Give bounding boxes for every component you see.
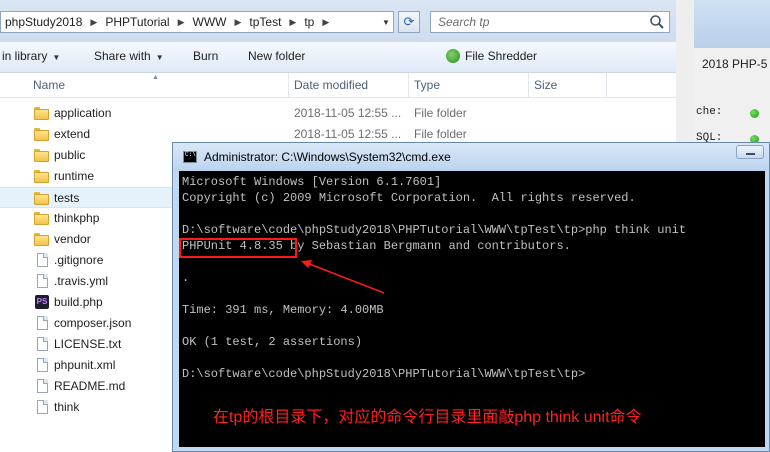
file-name: .travis.yml bbox=[54, 274, 108, 288]
file-type: File folder bbox=[414, 127, 467, 141]
folder-icon bbox=[34, 127, 49, 142]
list-item[interactable]: application 2018-11-05 12:55 ... File fo… bbox=[0, 103, 676, 124]
chevron-right-icon[interactable]: ▶ bbox=[178, 17, 185, 28]
status-label: che: bbox=[696, 106, 723, 118]
chevron-down-icon: ▼ bbox=[52, 53, 61, 62]
burn-button[interactable]: Burn bbox=[193, 49, 218, 63]
breadcrumb-label: tp bbox=[304, 15, 315, 29]
file-icon bbox=[37, 274, 48, 288]
file-icon bbox=[37, 358, 48, 372]
breadcrumb-phptutorial[interactable]: PHPTutorial ▶ bbox=[105, 15, 192, 29]
file-name: vendor bbox=[54, 232, 91, 246]
file-type: File folder bbox=[414, 106, 467, 120]
chevron-down-icon: ▼ bbox=[155, 53, 164, 62]
column-divider[interactable] bbox=[408, 73, 409, 97]
file-date: 2018-11-05 12:55 ... bbox=[294, 127, 402, 141]
folder-icon bbox=[34, 106, 49, 121]
cmd-window: Administrator: C:\Windows\System32\cmd.e… bbox=[172, 142, 770, 452]
column-headers: Name ▲ Date modified Type Size bbox=[0, 73, 676, 98]
file-icon bbox=[37, 400, 48, 414]
file-name: thinkphp bbox=[54, 211, 100, 225]
folder-icon bbox=[34, 191, 49, 206]
status-ok-icon bbox=[750, 109, 759, 118]
background-window-header bbox=[694, 0, 770, 48]
chevron-right-icon[interactable]: ▶ bbox=[289, 17, 296, 28]
search-placeholder: Search tp bbox=[438, 15, 490, 29]
minimize-button[interactable] bbox=[736, 145, 764, 159]
file-name: extend bbox=[54, 127, 91, 141]
breadcrumb-www[interactable]: WWW ▶ bbox=[193, 15, 250, 29]
breadcrumb-label: PHPTutorial bbox=[105, 15, 170, 29]
breadcrumb-tp[interactable]: tp ▶ bbox=[304, 15, 337, 29]
column-header-size[interactable]: Size bbox=[534, 78, 557, 92]
file-name: phpunit.xml bbox=[54, 358, 116, 372]
file-name: think bbox=[54, 400, 80, 414]
column-header-date[interactable]: Date modified bbox=[294, 78, 368, 92]
address-bar[interactable]: phpStudy2018 ▶ PHPTutorial ▶ WWW ▶ tpTest ▶ … bbox=[0, 11, 394, 33]
share-with-button[interactable]: Share with ▼ bbox=[94, 49, 164, 63]
file-icon bbox=[37, 379, 48, 393]
file-name: runtime bbox=[54, 169, 95, 183]
folder-icon bbox=[34, 169, 49, 184]
cmd-title-bar[interactable]: Administrator: C:\Windows\System32\cmd.e… bbox=[173, 143, 769, 171]
file-name: public bbox=[54, 148, 86, 162]
file-shredder-label: File Shredder bbox=[465, 49, 538, 63]
folder-icon bbox=[34, 232, 49, 247]
include-in-library-button[interactable]: in library ▼ bbox=[2, 49, 60, 63]
console-output[interactable]: Microsoft Windows [Version 6.1.7601] Cop… bbox=[179, 171, 765, 447]
breadcrumb-label: tpTest bbox=[249, 15, 282, 29]
refresh-icon: ⟳ bbox=[403, 14, 415, 29]
new-folder-label: New folder bbox=[248, 49, 306, 63]
breadcrumb-tptest[interactable]: tpTest ▶ bbox=[249, 15, 304, 29]
file-name: .gitignore bbox=[54, 253, 104, 267]
search-icon bbox=[650, 15, 664, 29]
column-divider[interactable] bbox=[528, 73, 529, 97]
file-name: LICENSE.txt bbox=[54, 337, 122, 351]
breadcrumb-label: phpStudy2018 bbox=[5, 15, 83, 29]
column-divider[interactable] bbox=[606, 73, 607, 97]
breadcrumb-phpstudy2018[interactable]: phpStudy2018 ▶ bbox=[5, 15, 105, 29]
address-bar-row: phpStudy2018 ▶ PHPTutorial ▶ WWW ▶ tpTest ▶ … bbox=[0, 0, 676, 42]
file-shredder-button[interactable]: File Shredder bbox=[446, 49, 537, 63]
folder-icon bbox=[34, 148, 49, 163]
file-name: tests bbox=[54, 191, 80, 205]
cmd-title: Administrator: C:\Windows\System32\cmd.e… bbox=[204, 150, 451, 164]
file-date: 2018-11-05 12:55 ... bbox=[294, 106, 402, 120]
chevron-right-icon[interactable]: ▶ bbox=[234, 17, 241, 28]
background-window-tab[interactable]: 2018 PHP-5 bbox=[702, 57, 767, 71]
search-input[interactable]: Search tp bbox=[430, 11, 670, 33]
breadcrumb-label: WWW bbox=[192, 15, 227, 29]
column-header-type[interactable]: Type bbox=[414, 78, 440, 92]
refresh-button[interactable]: ⟳ bbox=[398, 11, 420, 33]
include-in-library-label: in library bbox=[2, 49, 48, 63]
command-bar: in library ▼ Share with ▼ Burn New folder … bbox=[0, 42, 676, 73]
sort-up-icon: ▲ bbox=[152, 74, 159, 81]
new-folder-button[interactable]: New folder bbox=[248, 49, 305, 63]
annotation-text: 在tp的根目录下，对应的命令行目录里面敲php think unit命令 bbox=[213, 409, 642, 426]
php-file-icon: PS bbox=[35, 295, 49, 309]
file-icon bbox=[37, 337, 48, 351]
file-name: README.md bbox=[54, 379, 126, 393]
column-header-name[interactable]: Name bbox=[33, 78, 65, 92]
file-icon bbox=[37, 253, 48, 267]
chevron-down-icon[interactable]: ▼ bbox=[379, 12, 393, 32]
cmd-icon bbox=[183, 151, 197, 163]
chevron-right-icon[interactable]: ▶ bbox=[90, 17, 97, 28]
file-name: application bbox=[54, 106, 112, 120]
file-name: build.php bbox=[54, 295, 103, 309]
file-name: composer.json bbox=[54, 316, 132, 330]
chevron-right-icon[interactable]: ▶ bbox=[322, 17, 329, 28]
file-shredder-icon bbox=[446, 49, 460, 63]
burn-label: Burn bbox=[193, 49, 219, 63]
column-divider[interactable] bbox=[288, 73, 289, 97]
file-icon bbox=[37, 316, 48, 330]
folder-icon bbox=[34, 211, 49, 226]
share-with-label: Share with bbox=[94, 49, 151, 63]
